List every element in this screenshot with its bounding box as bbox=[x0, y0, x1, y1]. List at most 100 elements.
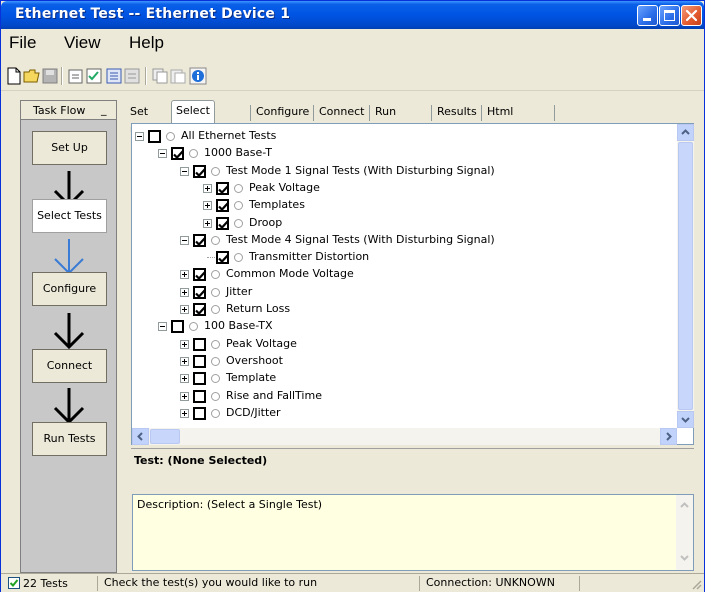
tree-row[interactable]: All Ethernet Tests bbox=[132, 128, 672, 145]
copy-icon[interactable] bbox=[151, 67, 169, 85]
checkbox-checked[interactable] bbox=[216, 251, 229, 265]
radio-button[interactable] bbox=[211, 356, 220, 366]
task-flow-collapse-button[interactable]: _ bbox=[101, 103, 111, 116]
tree-row[interactable]: Peak Voltage bbox=[132, 180, 672, 197]
checkbox-checked[interactable] bbox=[193, 268, 206, 282]
radio-button[interactable] bbox=[211, 408, 220, 418]
expand-icon[interactable] bbox=[203, 183, 212, 193]
radio-button[interactable] bbox=[211, 287, 220, 297]
minimize-button[interactable] bbox=[637, 5, 658, 26]
expand-icon[interactable] bbox=[180, 356, 189, 366]
expand-icon[interactable] bbox=[180, 374, 189, 384]
tab-set-up[interactable]: Set Up bbox=[126, 102, 152, 138]
menu-file[interactable]: File bbox=[9, 33, 36, 53]
radio-button[interactable] bbox=[234, 253, 243, 263]
scroll-thumb[interactable] bbox=[150, 429, 180, 444]
checkbox-unchecked[interactable] bbox=[193, 372, 206, 386]
paste-icon[interactable] bbox=[169, 67, 187, 85]
tree-row[interactable]: Return Loss bbox=[132, 301, 672, 318]
tree-row[interactable]: Overshoot bbox=[132, 353, 672, 370]
expand-icon[interactable] bbox=[180, 305, 189, 314]
open-folder-icon[interactable] bbox=[23, 67, 41, 85]
checkbox-checked[interactable] bbox=[216, 181, 229, 195]
radio-button[interactable] bbox=[234, 183, 243, 193]
checkbox-checked[interactable] bbox=[216, 216, 229, 230]
checkbox-unchecked[interactable] bbox=[148, 130, 161, 143]
expand-icon[interactable] bbox=[203, 201, 212, 211]
scroll-left-button[interactable] bbox=[132, 428, 149, 445]
expand-icon[interactable] bbox=[203, 218, 212, 228]
tree-row[interactable]: Test Mode 1 Signal Tests (With Disturbin… bbox=[132, 163, 672, 180]
expand-icon[interactable] bbox=[180, 287, 189, 297]
checkbox-unchecked[interactable] bbox=[171, 320, 184, 334]
tree-row[interactable]: DCD/Jitter bbox=[132, 405, 672, 422]
tab-run-tests[interactable]: Run Tests bbox=[371, 102, 406, 138]
tab-html-report[interactable]: Html Report bbox=[483, 102, 527, 138]
expand-icon[interactable] bbox=[180, 270, 189, 280]
radio-button[interactable] bbox=[211, 235, 220, 245]
radio-button[interactable] bbox=[211, 391, 220, 401]
tree-row[interactable]: Peak Voltage bbox=[132, 336, 672, 353]
checkbox-checked[interactable] bbox=[193, 285, 206, 299]
step-select-tests[interactable]: Select Tests bbox=[32, 199, 107, 233]
scroll-down-button[interactable] bbox=[677, 411, 694, 428]
tree-row[interactable]: Template bbox=[132, 370, 672, 387]
tab-select-tests[interactable]: Select Tests bbox=[171, 100, 215, 137]
maximize-button[interactable] bbox=[659, 5, 680, 26]
radio-button[interactable] bbox=[234, 201, 243, 211]
tree-row[interactable]: Templates bbox=[132, 197, 672, 214]
tree-row[interactable]: Rise and FallTime bbox=[132, 388, 672, 405]
collapse-icon[interactable] bbox=[158, 149, 167, 159]
run-icon[interactable] bbox=[105, 67, 123, 85]
menu-help[interactable]: Help bbox=[129, 33, 164, 53]
title-bar[interactable]: Ethernet Test -- Ethernet Device 1 bbox=[1, 1, 704, 29]
checkbox-checked[interactable] bbox=[193, 164, 206, 178]
description-panel[interactable]: Description: (Select a Single Test) bbox=[132, 494, 694, 571]
expand-icon[interactable] bbox=[180, 391, 189, 401]
tree-row[interactable]: 1000 Base-T bbox=[132, 145, 672, 162]
checkbox-checked[interactable] bbox=[171, 147, 184, 161]
step-connect[interactable]: Connect bbox=[32, 349, 107, 383]
tree-row[interactable]: Test Mode 4 Signal Tests (With Disturbin… bbox=[132, 232, 672, 249]
radio-button[interactable] bbox=[166, 132, 175, 141]
stop-icon[interactable] bbox=[123, 67, 141, 85]
step-configure[interactable]: Configure bbox=[32, 272, 107, 306]
step-set-up[interactable]: Set Up bbox=[32, 131, 107, 165]
tree-vertical-scrollbar[interactable] bbox=[677, 124, 694, 428]
tree-row[interactable]: Droop bbox=[132, 215, 672, 232]
info-icon[interactable] bbox=[189, 67, 207, 85]
checkbox-checked[interactable] bbox=[216, 199, 229, 213]
new-file-icon[interactable] bbox=[5, 67, 23, 85]
checkbox-unchecked[interactable] bbox=[193, 337, 206, 351]
tree-row[interactable]: Common Mode Voltage bbox=[132, 266, 672, 283]
tab-connect[interactable]: Connect bbox=[315, 102, 368, 124]
radio-button[interactable] bbox=[234, 218, 243, 228]
scroll-right-button[interactable] bbox=[660, 428, 677, 445]
properties-icon[interactable] bbox=[67, 67, 85, 85]
tree-row[interactable]: Jitter bbox=[132, 284, 672, 301]
tab-results[interactable]: Results bbox=[433, 102, 481, 124]
checkbox-checked[interactable] bbox=[193, 303, 206, 316]
tab-configure[interactable]: Configure bbox=[252, 102, 313, 124]
close-button[interactable] bbox=[681, 5, 702, 26]
radio-button[interactable] bbox=[211, 305, 220, 314]
checkbox-unchecked[interactable] bbox=[193, 406, 206, 420]
tree-row[interactable]: Transmitter Distortion bbox=[132, 249, 672, 266]
radio-button[interactable] bbox=[189, 322, 198, 332]
save-icon[interactable] bbox=[41, 67, 59, 85]
step-run-tests[interactable]: Run Tests bbox=[32, 422, 107, 456]
collapse-icon[interactable] bbox=[158, 322, 167, 332]
checkbox-checked[interactable] bbox=[193, 233, 206, 247]
tree-horizontal-scrollbar[interactable] bbox=[132, 428, 677, 445]
radio-button[interactable] bbox=[189, 149, 198, 159]
radio-button[interactable] bbox=[211, 374, 220, 384]
radio-button[interactable] bbox=[211, 270, 220, 280]
radio-button[interactable] bbox=[211, 166, 220, 176]
checklist-icon[interactable] bbox=[85, 67, 103, 85]
menu-view[interactable]: View bbox=[64, 33, 101, 53]
collapse-icon[interactable] bbox=[180, 235, 189, 245]
expand-icon[interactable] bbox=[180, 408, 189, 418]
checkbox-unchecked[interactable] bbox=[193, 354, 206, 368]
tree-row[interactable]: 100 Base-TX bbox=[132, 318, 672, 335]
expand-icon[interactable] bbox=[180, 339, 189, 349]
